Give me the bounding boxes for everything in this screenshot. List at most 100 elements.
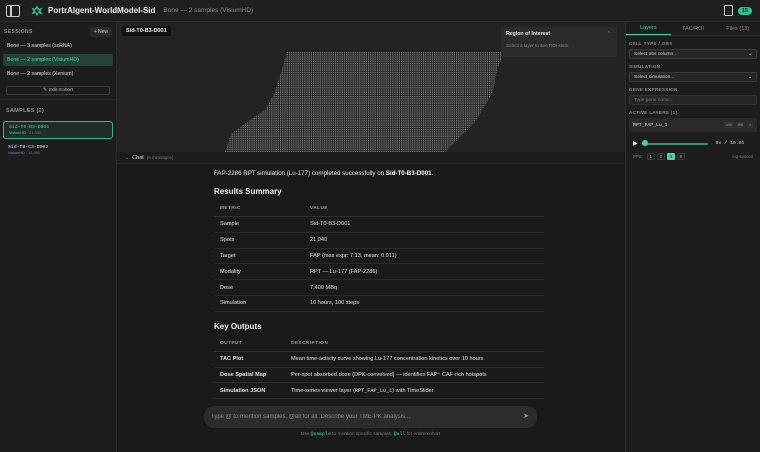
sample-spots: 21,040 — [29, 131, 41, 135]
time-player: ▶ 0s / 10.0h — [629, 140, 757, 147]
obs-column-select[interactable]: Select obs column... ⌄ — [629, 49, 757, 59]
message-sample: Sid-T0-B3-D001 — [385, 170, 432, 177]
col-header: METRIC — [214, 202, 304, 217]
key-outputs-heading: Key Outputs — [214, 321, 262, 331]
sample-meta: VisiumHD · 21,040 — [9, 131, 41, 135]
time-readout: 0s / 10.0h — [715, 141, 745, 146]
fps-option[interactable]: 2 — [656, 153, 665, 160]
time-slider[interactable] — [641, 140, 708, 146]
table-row: Simulation 10 hours, 100 steps — [214, 295, 544, 312]
session-subtitle: Bone — 2 samples (VisiumHD) — [163, 7, 254, 14]
table-row: Sample Sid-T0-B3-D001 — [214, 216, 544, 233]
fps-option[interactable]: 8 — [676, 153, 685, 160]
layer-type-pill: sim — [724, 122, 734, 128]
row-value: Sid-T0-B3-D001 — [304, 216, 544, 233]
gene-expression-label: GENE EXPRESSION — [629, 87, 678, 92]
simulation-select[interactable]: Select simulation... ⌄ — [629, 72, 757, 82]
chat-hint: Use @sample to mention specific samples,… — [204, 432, 537, 437]
session-item-active[interactable]: Bone — 2 samples (VisiumHD) — [3, 54, 113, 66]
roi-hint: Select a layer to see ROI stats. — [506, 43, 570, 48]
chat-input[interactable] — [211, 414, 511, 420]
tab-files[interactable]: Files (13) — [715, 22, 760, 35]
results-summary-heading: Results Summary — [214, 187, 282, 196]
row-value: 7,400 MBq — [304, 279, 544, 296]
row-label: Dose — [214, 279, 304, 296]
notification-badge[interactable]: 15 — [737, 6, 752, 15]
chat-toggle[interactable]: ⌄ Chat (6 messages) — [117, 152, 625, 164]
app-title: PortrAlgent-WorldModel-Sid — [48, 6, 156, 15]
table-row: Target FAP (max expr: 7.13, mean: 0.011) — [214, 248, 544, 265]
assistant-message: FAP-2286 RPT simulation (Lu-177) complet… — [214, 170, 544, 400]
row-value: 21,040 — [304, 232, 544, 249]
results-table: METRIC VALUE Sample Sid-T0-B3-D001 Spots 21… — [214, 202, 544, 312]
tab-tac-roi[interactable]: TAC/ROI — [671, 22, 716, 35]
new-session-button[interactable]: + New — [89, 27, 112, 37]
fps-controls: FPS: 1 2 4 8 log-spaced — [629, 153, 757, 160]
chat-input-box[interactable]: ➤ — [204, 406, 537, 428]
sample-item[interactable]: Sid-T0-C3-D002 VisiumHD · 18,990 — [3, 142, 113, 158]
send-icon[interactable]: ➤ — [523, 412, 529, 420]
select-value: Select simulation... — [634, 74, 675, 80]
row-label: Simulation — [214, 295, 304, 312]
table-row: Modality RPT — Lu-177 (FAP-2286) — [214, 263, 544, 281]
row-label: Spots — [214, 232, 304, 249]
sample-meta: VisiumHD · 18,990 — [8, 151, 40, 155]
row-label: Dose Spatial Map — [214, 367, 285, 384]
row-label: Sample — [214, 216, 304, 233]
row-value: 10 hours, 100 steps — [304, 295, 544, 312]
right-panel: Layers TAC/ROI Files (13) CELL TYPE / OB… — [625, 22, 760, 452]
sample-modality: VisiumHD — [9, 131, 26, 135]
layer-opacity-pill[interactable]: 0% — [735, 122, 745, 128]
sample-spots: 18,990 — [28, 151, 40, 155]
hint-post: for entire cohort — [405, 432, 441, 437]
main-area: Sid-T0-B3-D001 Region of Interest ⌃ Sele… — [117, 22, 625, 452]
left-sidebar: SESSIONS + New Bone — 3 samples (scRNA) … — [0, 22, 117, 452]
interpolation-label: log-spaced — [732, 154, 754, 159]
layer-item[interactable]: RPT_FAP_Lu_1 sim 0% × — [629, 118, 757, 132]
gene-search-input[interactable]: Type gene name... — [629, 95, 757, 105]
hint-code: @sample — [310, 432, 331, 437]
fps-label: FPS: — [633, 154, 643, 159]
viewer-sample-label: Sid-T0-B3-D001 — [122, 26, 171, 36]
remove-layer-icon[interactable]: × — [746, 122, 753, 128]
sample-item-active[interactable]: Sid-T0-B3-D001 VisiumHD · 21,040 — [3, 121, 113, 139]
table-row: Spots 21,040 — [214, 232, 544, 249]
row-label: TAC Plot — [214, 351, 285, 368]
edit-icon: ✎ — [42, 88, 48, 93]
sample-name: Sid-T0-B3-D001 — [9, 125, 50, 130]
sample-name: Sid-T0-C3-D002 — [8, 145, 49, 150]
layer-code: RPT_FAP_Lu_1 — [354, 387, 393, 394]
active-layers-label: ACTIVE LAYERS (1) — [629, 110, 678, 115]
table-row: Dose Spatial Map Per-spot absorbed dose (… — [214, 367, 544, 384]
edit-cohort-button[interactable]: ✎ Edit Cohort — [6, 86, 110, 95]
row-label: Modality — [214, 263, 304, 281]
panel-tabs: Layers TAC/ROI Files (13) — [626, 22, 760, 36]
fps-option-selected[interactable]: 4 — [666, 153, 675, 160]
tab-layers[interactable]: Layers — [626, 22, 671, 35]
fps-option[interactable]: 1 — [646, 153, 655, 160]
table-row: TAC Plot Mean time-activity curve showing… — [214, 351, 544, 368]
sample-modality: VisiumHD — [8, 151, 25, 155]
col-header: VALUE — [304, 202, 544, 217]
sessions-title: SESSIONS — [4, 29, 33, 35]
table-row: Dose 7,400 MBq — [214, 279, 544, 296]
collapse-icon[interactable]: ⌃ — [607, 31, 611, 37]
select-value: Select obs column... — [634, 51, 678, 57]
play-icon[interactable]: ▶ — [633, 140, 638, 147]
row-value: FAP (max expr: 7.13, mean: 0.011) — [304, 248, 544, 265]
message-intro: FAP-2286 RPT simulation (Lu-177) complet… — [214, 170, 544, 177]
chat-label: Chat — [132, 154, 144, 161]
session-item[interactable]: Bone — 3 samples (scRNA) — [3, 40, 113, 52]
layer-name: RPT_FAP_Lu_1 — [633, 122, 668, 128]
col-header: OUTPUT — [214, 336, 285, 352]
session-item[interactable]: Bone — 2 samples (Xenium) — [3, 68, 113, 80]
message-suffix: . — [431, 170, 434, 177]
time-slider-handle[interactable] — [641, 140, 648, 146]
sidebar-toggle-icon[interactable] — [6, 4, 20, 17]
document-icon[interactable] — [723, 5, 733, 16]
output-name: Simulation JSON — [214, 382, 285, 400]
app-logo-icon — [31, 4, 43, 17]
roi-title: Region of Interest — [506, 31, 551, 37]
spatial-viewer[interactable]: Sid-T0-B3-D001 Region of Interest ⌃ Sele… — [117, 22, 625, 152]
tissue-spot-map[interactable] — [225, 52, 505, 152]
